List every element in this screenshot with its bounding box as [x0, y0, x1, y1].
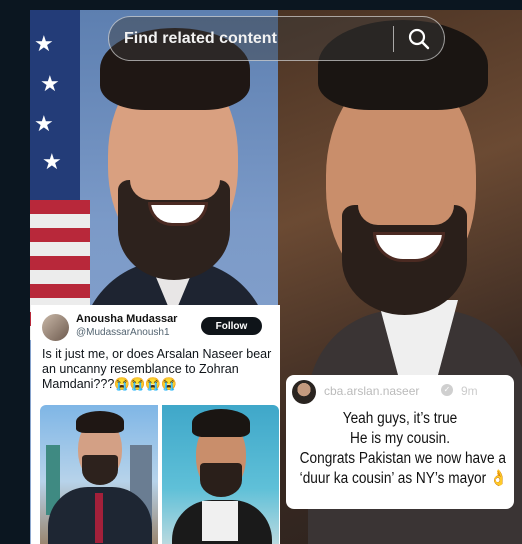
image-viewer: ★ ★ ★ ★ Anousha Mudassar @MudassarAnoush… — [30, 10, 522, 544]
story-username: cba.arslan.naseer — [324, 384, 420, 398]
avatar — [42, 314, 69, 341]
verified-badge-icon: ✓ — [441, 384, 453, 396]
tweet-author-name: Anousha Mudassar — [76, 313, 178, 325]
tweet-image-right — [162, 405, 279, 544]
story-line: ‘duur ka cousin’ as NY’s mayor 👌 — [299, 470, 507, 487]
story-line: He is my cousin. — [349, 430, 451, 447]
story-text: Yeah guys, it’s true He is my cousin. Co… — [299, 409, 507, 489]
follow-button: Follow — [201, 317, 262, 335]
search-icon[interactable] — [394, 16, 444, 61]
tweet-card: Anousha Mudassar @MudassarAnoush1 Follow… — [31, 305, 280, 544]
search-input[interactable]: Find related content — [124, 30, 393, 48]
tweet-text: Is it just me, or does Arsalan Naseer be… — [42, 347, 272, 391]
story-card: cba.arslan.naseer ✓ 9m Yeah guys, it’s t… — [286, 375, 514, 509]
us-flag: ★ ★ ★ ★ — [30, 10, 90, 340]
avatar — [292, 380, 316, 404]
tweet-image-left — [40, 405, 158, 544]
search-bar[interactable]: Find related content — [108, 16, 445, 61]
tweet-author-handle: @MudassarAnoush1 — [76, 327, 170, 338]
story-timestamp: 9m — [461, 384, 478, 398]
story-line: Yeah guys, it’s true — [342, 410, 458, 427]
story-line: Congrats Pakistan we now have a — [299, 450, 506, 467]
